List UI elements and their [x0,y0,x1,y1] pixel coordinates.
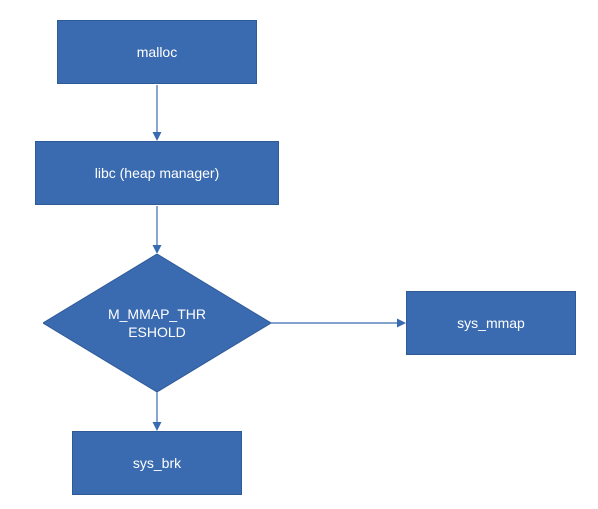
node-sys-mmap: sys_mmap [406,291,576,355]
arrowhead-icon [153,245,162,254]
arrowhead-icon [153,422,162,431]
arrowhead-icon [153,132,162,141]
node-sys-mmap-label: sys_mmap [457,314,525,332]
arrowhead-icon [397,319,406,328]
node-sys-brk: sys_brk [72,431,242,495]
threshold-label-line2: ESHOLD [128,324,186,340]
node-malloc-label: malloc [137,43,177,61]
node-libc: libc (heap manager) [35,141,279,205]
node-sys-brk-label: sys_brk [133,454,181,472]
node-libc-label: libc (heap manager) [95,164,220,182]
threshold-label-line1: M_MMAP_THR [108,306,206,322]
node-malloc: malloc [57,20,257,84]
node-threshold: M_MMAP_THR ESHOLD [43,254,271,392]
node-threshold-label: M_MMAP_THR ESHOLD [83,298,231,348]
